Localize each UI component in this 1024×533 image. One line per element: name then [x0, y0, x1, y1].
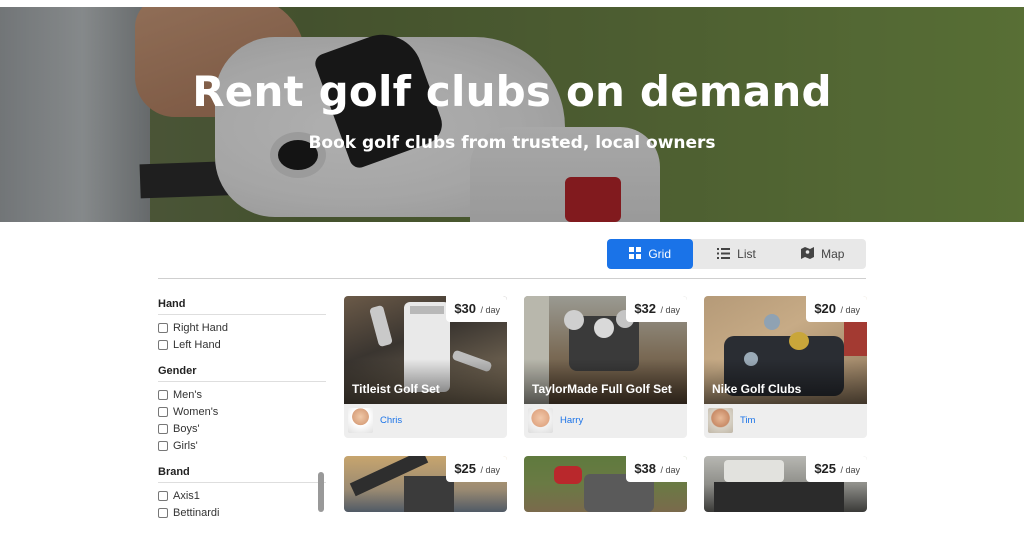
- filter-option-label: Right Hand: [173, 321, 229, 334]
- owner-name[interactable]: Chris: [380, 415, 402, 426]
- listing-card[interactable]: Titleist Golf Set $30 / day Chris: [344, 296, 507, 438]
- owner-info[interactable]: Tim: [708, 408, 755, 433]
- price-badge: $30 / day: [446, 296, 507, 322]
- price-unit: / day: [480, 465, 500, 475]
- section-divider: [158, 278, 866, 279]
- owner-info[interactable]: Harry: [528, 408, 583, 433]
- filter-option-boys[interactable]: Boys': [158, 420, 326, 437]
- filter-heading-brand: Brand: [158, 466, 326, 483]
- grid-view-button[interactable]: Grid: [607, 239, 694, 269]
- hero-title: Rent golf clubs on demand: [192, 67, 832, 116]
- filter-group-brand: Brand Axis1 Bettinardi: [158, 466, 326, 521]
- filter-group-hand: Hand Right Hand Left Hand: [158, 298, 326, 353]
- checkbox[interactable]: [158, 507, 168, 518]
- price-badge: $25 / day: [446, 456, 507, 482]
- hero-subtitle: Book golf clubs from trusted, local owne…: [308, 133, 716, 153]
- map-view-label: Map: [821, 247, 845, 261]
- avatar[interactable]: [528, 408, 553, 433]
- checkbox[interactable]: [158, 389, 168, 400]
- hero-banner: Rent golf clubs on demand Book golf club…: [0, 7, 1024, 222]
- checkbox[interactable]: [158, 423, 168, 434]
- filter-option-label: Left Hand: [173, 338, 221, 351]
- owner-name[interactable]: Harry: [560, 415, 583, 426]
- list-icon: [717, 247, 731, 261]
- list-view-label: List: [737, 247, 756, 261]
- filter-heading-gender: Gender: [158, 365, 326, 382]
- checkbox[interactable]: [158, 490, 168, 501]
- filter-heading-hand: Hand: [158, 298, 326, 315]
- listing-card[interactable]: Nike Golf Clubs $20 / day Tim: [704, 296, 867, 438]
- brand-list-scrollbar[interactable]: [318, 472, 324, 512]
- owner-info[interactable]: Chris: [348, 408, 402, 433]
- price-amount: $20: [814, 301, 837, 316]
- filter-option-left-hand[interactable]: Left Hand: [158, 336, 326, 353]
- price-unit: / day: [660, 465, 680, 475]
- price-badge: $32 / day: [626, 296, 687, 322]
- checkbox[interactable]: [158, 339, 168, 350]
- filter-option-label: Boys': [173, 422, 200, 435]
- listing-card[interactable]: TaylorMade Full Golf Set $32 / day Harry: [524, 296, 687, 438]
- listing-title: Nike Golf Clubs: [712, 382, 802, 396]
- filter-option-mens[interactable]: Men's: [158, 386, 326, 403]
- price-amount: $25: [454, 461, 477, 476]
- listing-title: TaylorMade Full Golf Set: [532, 382, 672, 396]
- checkbox[interactable]: [158, 440, 168, 451]
- price-amount: $32: [634, 301, 657, 316]
- filter-option-axis1[interactable]: Axis1: [158, 487, 326, 504]
- price-amount: $38: [634, 461, 657, 476]
- checkbox[interactable]: [158, 406, 168, 417]
- view-toggle: Grid List Map: [607, 239, 866, 269]
- filter-option-label: Girls': [173, 439, 198, 452]
- grid-view-label: Grid: [648, 247, 671, 261]
- filter-sidebar: Hand Right Hand Left Hand Gender Men's W…: [158, 298, 326, 533]
- filter-option-label: Women's: [173, 405, 219, 418]
- filter-group-gender: Gender Men's Women's Boys' Girls': [158, 365, 326, 454]
- list-view-button[interactable]: List: [693, 239, 779, 269]
- avatar[interactable]: [708, 408, 733, 433]
- price-amount: $25: [814, 461, 837, 476]
- checkbox[interactable]: [158, 322, 168, 333]
- filter-option-right-hand[interactable]: Right Hand: [158, 319, 326, 336]
- listing-title: Titleist Golf Set: [352, 382, 440, 396]
- listing-card[interactable]: $25 / day: [704, 456, 867, 512]
- filter-option-label: Axis1: [173, 489, 200, 502]
- price-unit: / day: [840, 305, 860, 315]
- map-view-button[interactable]: Map: [780, 239, 866, 269]
- filter-option-womens[interactable]: Women's: [158, 403, 326, 420]
- price-unit: / day: [840, 465, 860, 475]
- price-unit: / day: [480, 305, 500, 315]
- price-badge: $38 / day: [626, 456, 687, 482]
- avatar[interactable]: [348, 408, 373, 433]
- price-amount: $30: [454, 301, 477, 316]
- filter-option-girls[interactable]: Girls': [158, 437, 326, 454]
- map-icon: [801, 247, 815, 261]
- price-badge: $20 / day: [806, 296, 867, 322]
- price-badge: $25 / day: [806, 456, 867, 482]
- price-unit: / day: [660, 305, 680, 315]
- listing-card[interactable]: $25 / day: [344, 456, 507, 512]
- listing-card[interactable]: $38 / day: [524, 456, 687, 512]
- filter-option-label: Men's: [173, 388, 202, 401]
- filter-option-label: Bettinardi: [173, 506, 220, 519]
- grid-icon: [629, 247, 642, 261]
- owner-name[interactable]: Tim: [740, 415, 755, 426]
- filter-option-bettinardi[interactable]: Bettinardi: [158, 504, 326, 521]
